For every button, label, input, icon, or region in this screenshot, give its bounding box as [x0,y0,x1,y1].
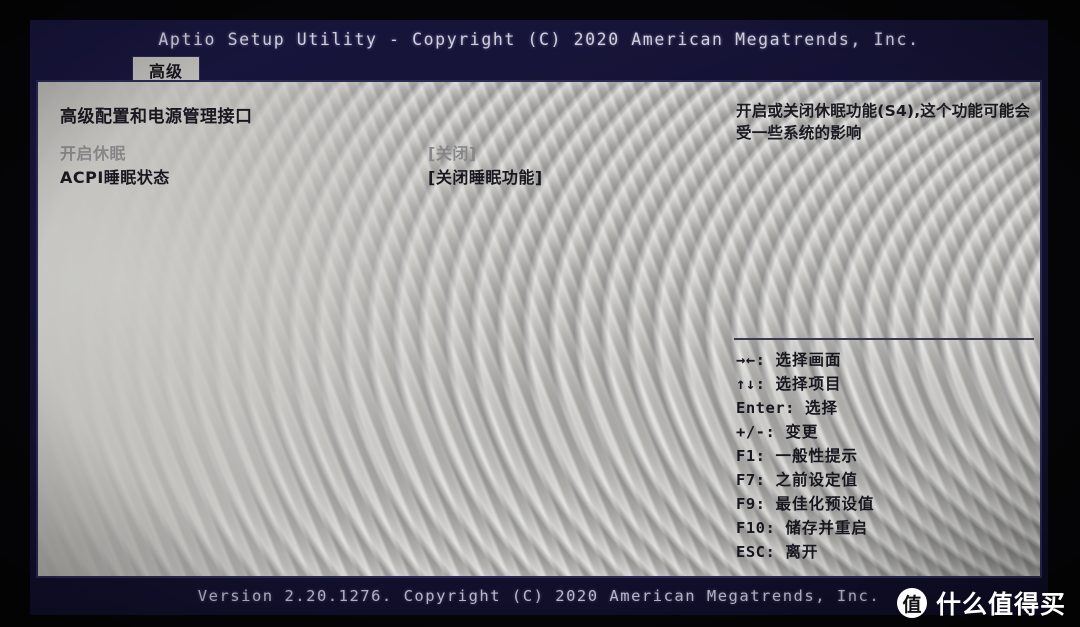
tab-advanced[interactable]: 高级 [132,56,201,82]
key-legend-row: +/-: 变更 [736,420,1040,444]
setting-row-acpi-sleep-state[interactable]: ACPI睡眠状态 [关闭睡眠功能] [60,164,700,188]
help-separator [734,338,1034,340]
key-legend-row: F1: 一般性提示 [736,444,1040,468]
key-desc: 储存并重启 [785,519,868,537]
key-legend-row: →←: 选择画面 [736,348,1040,372]
bios-screen: Aptio Setup Utility - Copyright (C) 2020… [30,20,1048,615]
setting-row-hibernate[interactable]: 开启休眠 [关闭] [60,140,700,164]
key-legend: →←: 选择画面 ↑↓: 选择项目 Enter: 选择 +/-: 变更 F1: … [736,348,1040,564]
setting-value-hibernate[interactable]: [关闭] [428,140,477,164]
title-bar-text: Aptio Setup Utility - Copyright (C) 2020… [158,29,920,49]
key-desc: 一般性提示 [775,447,859,465]
key-desc: 变更 [785,423,819,441]
key-glyph-f1: F1: [736,447,766,465]
key-desc: 选择项目 [775,375,842,393]
tab-bar[interactable]: 高级 [30,56,1048,82]
key-desc: 之前设定值 [775,471,859,489]
help-text: 开启或关闭休眠功能(S4),这个功能可能会受一些系统的影响 [736,102,1031,142]
key-glyph-arrows-vertical: ↑↓: [736,375,766,393]
key-desc: 选择画面 [775,351,842,369]
watermark-text: 什么值得买 [935,590,1066,619]
key-legend-row: ESC: 离开 [736,540,1040,564]
key-glyph-f9: F9: [736,495,766,513]
bios-photo: Aptio Setup Utility - Copyright (C) 2020… [0,0,1080,627]
key-glyph-arrows-horizontal: →←: [736,351,766,369]
section-header: 高级配置和电源管理接口 [60,107,253,127]
key-legend-row: F9: 最佳化预设值 [736,492,1040,516]
title-bar: Aptio Setup Utility - Copyright (C) 2020… [30,20,1048,58]
key-desc: 离开 [785,543,819,561]
setting-label-acpi-sleep-state: ACPI睡眠状态 [60,168,170,187]
key-glyph-plus-minus: +/-: [736,423,776,441]
setting-value-acpi-sleep-state[interactable]: [关闭睡眠功能] [428,164,543,188]
key-legend-row: F7: 之前设定值 [736,468,1040,492]
key-desc: 选择 [805,399,839,417]
key-glyph-f7: F7: [736,471,766,489]
watermark: 值 什么值得买 [896,585,1066,621]
key-glyph-f10: F10: [736,519,776,537]
key-desc: 最佳化预设值 [775,495,875,513]
setting-label-hibernate: 开启休眠 [60,144,127,163]
watermark-badge-icon: 值 [896,588,927,618]
key-legend-row: Enter: 选择 [736,396,1040,420]
main-panel: 高级配置和电源管理接口 开启休眠 [关闭] ACPI睡眠状态 [关闭睡眠功能] … [36,80,1042,578]
key-glyph-esc: ESC: [736,543,776,561]
key-legend-row: F10: 储存并重启 [736,516,1040,540]
footer-version: Version 2.20.1276. Copyright (C) 2020 Am… [197,587,881,605]
key-glyph-enter: Enter: [736,399,795,417]
key-legend-row: ↑↓: 选择项目 [736,372,1040,396]
